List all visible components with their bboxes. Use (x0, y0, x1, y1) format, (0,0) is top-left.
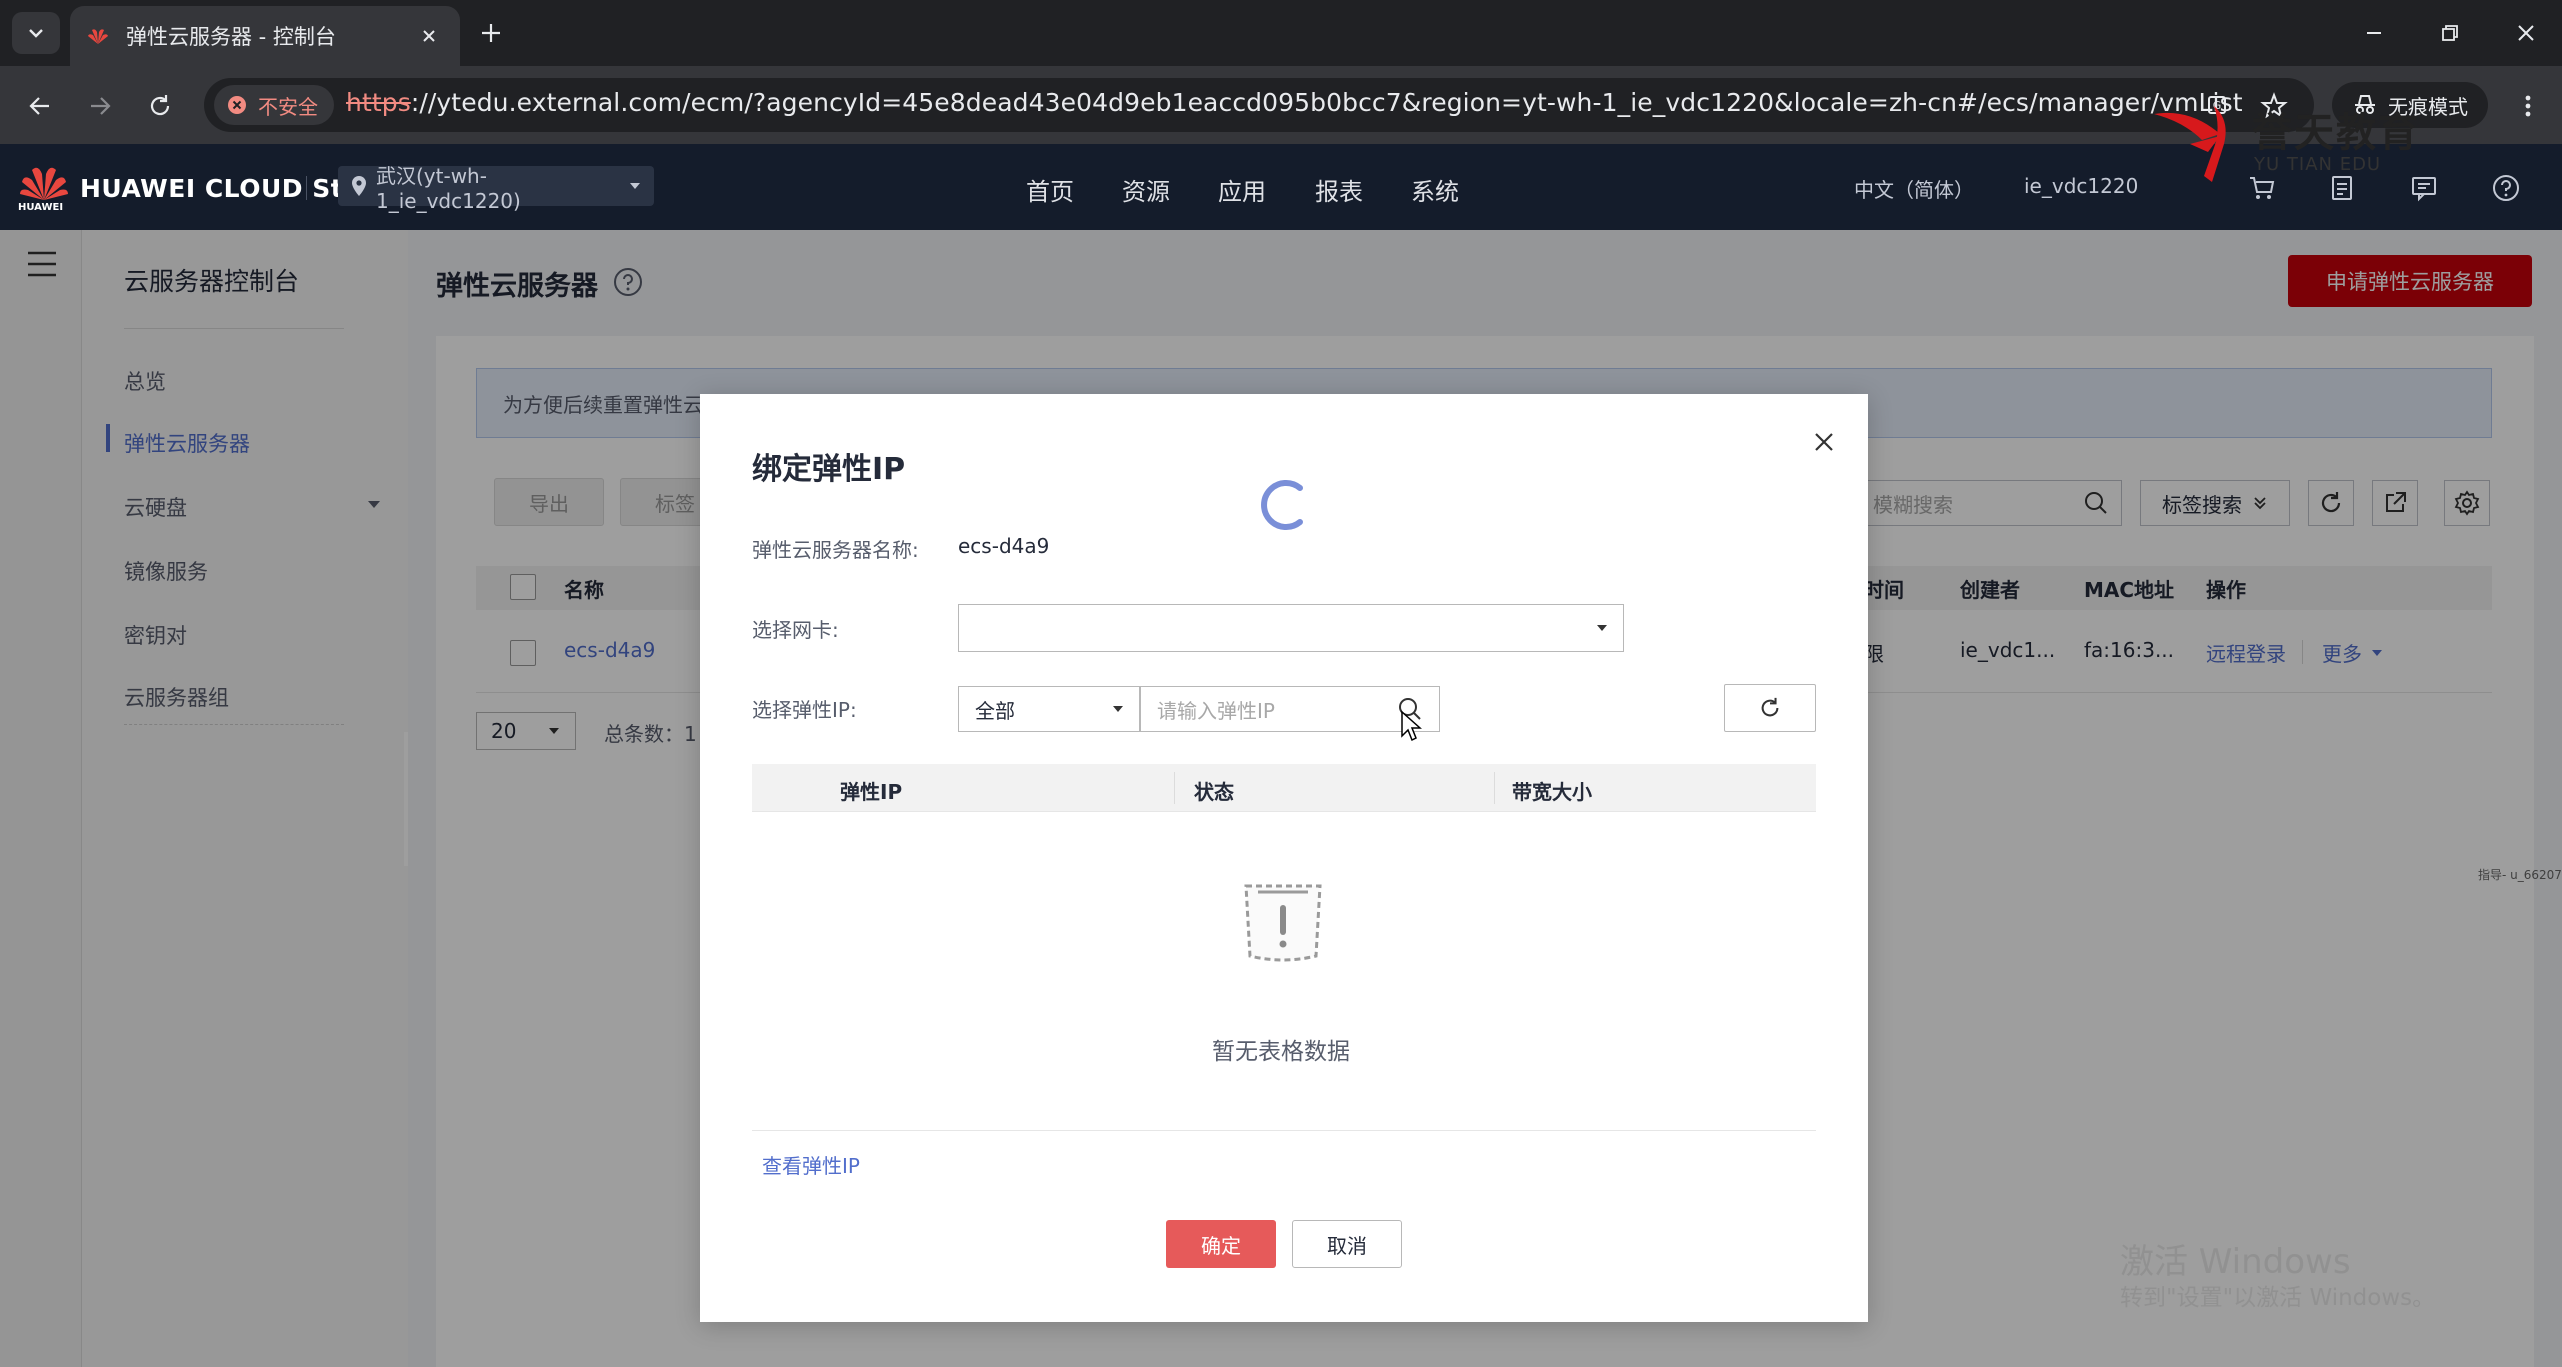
server-name-label: 弹性云服务器名称: (752, 538, 919, 562)
header-divider (306, 176, 307, 200)
plus-icon (482, 24, 500, 42)
eip-search-input[interactable]: 请输入弹性IP (1140, 686, 1440, 732)
security-chip[interactable]: 不安全 (214, 85, 334, 125)
server-name-value: ecs-d4a9 (958, 534, 1050, 558)
nic-select[interactable] (958, 604, 1624, 652)
chevron-down-icon (29, 29, 43, 38)
eip-table-header (752, 764, 1816, 812)
browser-menu-button[interactable] (2512, 90, 2544, 122)
huawei-favicon-icon (88, 29, 108, 44)
region-selector[interactable]: 武汉(yt-wh-1_ie_vdc1220) (338, 164, 654, 213)
close-window-button[interactable] (2506, 14, 2546, 52)
more-vertical-icon (2525, 95, 2531, 117)
nav-resources[interactable]: 资源 (1122, 172, 1170, 207)
eip-filter-select[interactable]: 全部 (958, 686, 1140, 732)
restore-button[interactable] (2430, 14, 2470, 52)
mouse-cursor-icon (1401, 710, 1422, 742)
forward-button[interactable] (80, 86, 120, 126)
eip-column-divider (1494, 772, 1495, 804)
arrow-right-icon (91, 97, 111, 115)
question-circle-icon (2493, 175, 2519, 201)
browser-tab-active[interactable]: 弹性云服务器 - 控制台 (70, 6, 460, 66)
eip-filter-value: 全部 (975, 698, 1015, 723)
language-selector[interactable]: 中文（简体） (1854, 174, 1974, 203)
huawei-logo[interactable]: HUAWEI HUAWEI CLOUD Stack (18, 162, 393, 214)
caret-down-icon (630, 183, 640, 189)
cancel-button[interactable]: 取消 (1292, 1220, 1402, 1268)
help-button[interactable] (2486, 168, 2526, 208)
region-label: 武汉(yt-wh-1_ie_vdc1220) (376, 163, 521, 213)
eip-column-divider (1174, 772, 1175, 804)
security-label: 不安全 (258, 94, 318, 119)
warning-circle-icon (228, 96, 246, 114)
eip-column-status: 状态 (1194, 780, 1234, 804)
arrow-left-icon (29, 97, 49, 115)
windows-activation-hint: 转到"设置"以激活 Windows。 (2120, 1285, 2436, 1311)
dialog-close-button[interactable] (1806, 424, 1842, 460)
reload-icon (150, 95, 170, 116)
close-icon (1815, 433, 1833, 451)
dialog-divider (752, 1130, 1816, 1131)
nav-home[interactable]: 首页 (1026, 172, 1074, 207)
nic-label: 选择网卡: (752, 618, 839, 642)
minimize-button[interactable] (2354, 14, 2394, 52)
windows-activation-title: 激活 Windows (2120, 1242, 2351, 1282)
new-tab-button[interactable] (474, 16, 508, 50)
minimize-icon (2367, 32, 2381, 34)
caret-down-icon (1597, 625, 1607, 631)
empty-data-icon (1244, 884, 1322, 962)
location-pin-icon (352, 176, 366, 196)
eip-column-ip: 弹性IP (840, 780, 903, 804)
tab-close-icon[interactable] (414, 21, 444, 51)
eip-label: 选择弹性IP: (752, 698, 857, 722)
view-eip-link[interactable]: 查看弹性IP (762, 1150, 860, 1179)
empty-text: 暂无表格数据 (1212, 1039, 1350, 1065)
eip-search-placeholder: 请输入弹性IP (1157, 698, 1275, 723)
watermark-brand-en: YU TIAN EDU (2254, 154, 2382, 175)
caret-down-icon (1113, 706, 1123, 712)
yutian-watermark: 誉天教育 YU TIAN EDU (2150, 100, 2430, 190)
logo-sub: HUAWEI (18, 202, 64, 213)
tab-search-button[interactable] (12, 12, 60, 54)
refresh-icon (1761, 697, 1779, 717)
eip-refresh-button[interactable] (1724, 684, 1816, 732)
eip-column-bandwidth: 带宽大小 (1512, 780, 1592, 804)
url-protocol: https (346, 88, 411, 117)
nav-reports[interactable]: 报表 (1315, 172, 1363, 207)
loading-spinner-icon (1261, 480, 1303, 530)
close-icon (2518, 25, 2534, 41)
watermark-brand-cn: 誉天教育 (2252, 110, 2420, 156)
reload-button[interactable] (140, 86, 180, 126)
nav-system[interactable]: 系统 (1411, 172, 1459, 207)
back-button[interactable] (20, 86, 60, 126)
huawei-flower-icon (20, 167, 68, 200)
url-rest: ://ytedu.external.com/ecm/?agencyId=45e8… (410, 88, 2243, 117)
url-text[interactable]: https://ytedu.external.com/ecm/?agencyId… (346, 88, 2243, 117)
user-menu[interactable]: ie_vdc1220 (2024, 174, 2138, 198)
restore-icon (2442, 25, 2458, 41)
tab-title: 弹性云服务器 - 控制台 (126, 25, 336, 49)
yutian-logo-icon (2154, 106, 2226, 182)
nav-apps[interactable]: 应用 (1218, 172, 1266, 207)
dialog-title: 绑定弹性IP (752, 452, 906, 487)
confirm-button[interactable]: 确定 (1166, 1220, 1276, 1268)
